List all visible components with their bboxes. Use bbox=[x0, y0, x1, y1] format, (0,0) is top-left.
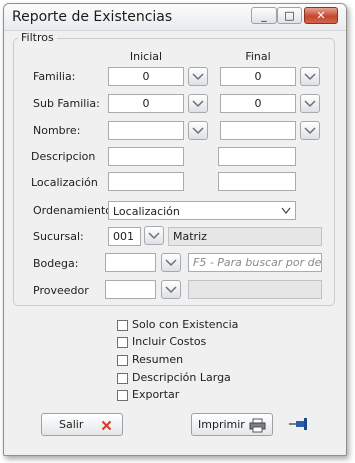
printer-icon bbox=[249, 418, 266, 433]
chevron-down-icon bbox=[192, 73, 204, 81]
pin-icon[interactable] bbox=[288, 417, 310, 431]
ordenamiento-selected-value: Localización bbox=[113, 205, 180, 218]
sub-familia-label: Sub Familia: bbox=[33, 97, 100, 110]
title-bar: Reporte de Existencias _ □ ✕ bbox=[4, 4, 346, 31]
column-inicial-header: Inicial bbox=[129, 50, 163, 63]
sub-familia-final-input[interactable]: 0 bbox=[220, 94, 296, 113]
chevron-down-icon bbox=[165, 259, 177, 267]
nombre-inicial-dropdown[interactable] bbox=[188, 121, 208, 140]
bodega-code-input[interactable] bbox=[105, 253, 156, 272]
descripcion-larga-label[interactable]: Descripción Larga bbox=[132, 371, 231, 384]
bodega-label: Bodega: bbox=[33, 257, 79, 270]
familia-label: Familia: bbox=[33, 70, 76, 83]
nombre-inicial-input[interactable] bbox=[108, 121, 184, 140]
proveedor-code-input[interactable] bbox=[105, 280, 156, 299]
localizacion-label: Localización bbox=[31, 176, 98, 189]
close-icon: ✕ bbox=[316, 9, 326, 22]
sub-familia-final-dropdown[interactable] bbox=[300, 94, 320, 113]
descripcion-inicial-input[interactable] bbox=[108, 147, 184, 166]
minimize-icon: _ bbox=[261, 9, 267, 22]
sucursal-code-input[interactable]: 001 bbox=[108, 227, 141, 246]
bodega-lookup-button[interactable] bbox=[161, 253, 181, 272]
chevron-down-icon bbox=[304, 100, 316, 108]
filters-legend: Filtros bbox=[18, 31, 57, 44]
sucursal-label: Sucursal: bbox=[33, 230, 84, 243]
salir-button[interactable]: Salir bbox=[41, 413, 123, 436]
localizacion-final-input[interactable] bbox=[218, 172, 296, 191]
sub-familia-inicial-input[interactable]: 0 bbox=[108, 94, 184, 113]
nombre-label: Nombre: bbox=[33, 124, 81, 137]
solo-con-existencia-checkbox[interactable] bbox=[117, 320, 128, 331]
imprimir-button[interactable]: Imprimir bbox=[191, 413, 273, 436]
imprimir-label: Imprimir bbox=[198, 418, 245, 431]
sucursal-name-field: Matriz bbox=[168, 227, 322, 246]
proveedor-lookup-button[interactable] bbox=[161, 280, 181, 299]
chevron-down-icon bbox=[281, 207, 291, 214]
chevron-down-icon bbox=[304, 127, 316, 135]
descripcion-final-input[interactable] bbox=[218, 147, 296, 166]
resumen-checkbox[interactable] bbox=[117, 355, 128, 366]
ordenamiento-select[interactable]: Localización bbox=[108, 201, 296, 220]
sucursal-lookup-button[interactable] bbox=[144, 226, 164, 245]
familia-final-input[interactable]: 0 bbox=[220, 67, 296, 86]
localizacion-inicial-input[interactable] bbox=[108, 172, 184, 191]
exportar-label[interactable]: Exportar bbox=[132, 388, 179, 401]
report-window: Reporte de Existencias _ □ ✕ Filtros Ini… bbox=[3, 3, 347, 456]
bodega-search-field[interactable]: F5 - Para buscar por descr bbox=[188, 253, 322, 272]
incluir-costos-checkbox[interactable] bbox=[117, 337, 128, 348]
close-button[interactable]: ✕ bbox=[304, 7, 338, 24]
familia-inicial-input[interactable]: 0 bbox=[108, 67, 184, 86]
incluir-costos-label[interactable]: Incluir Costos bbox=[132, 335, 206, 348]
proveedor-name-field bbox=[188, 280, 322, 299]
salir-label: Salir bbox=[59, 418, 84, 431]
sub-familia-inicial-dropdown[interactable] bbox=[188, 94, 208, 113]
solo-con-existencia-label[interactable]: Solo con Existencia bbox=[132, 318, 238, 331]
resumen-label[interactable]: Resumen bbox=[132, 353, 183, 366]
proveedor-label: Proveedor bbox=[33, 284, 89, 297]
column-final-header: Final bbox=[245, 50, 271, 63]
descripcion-label: Descripcion bbox=[31, 150, 96, 163]
nombre-final-dropdown[interactable] bbox=[300, 121, 320, 140]
familia-final-dropdown[interactable] bbox=[300, 67, 320, 86]
maximize-button[interactable]: □ bbox=[277, 7, 302, 24]
window-title: Reporte de Existencias bbox=[12, 9, 173, 25]
chevron-down-icon bbox=[192, 127, 204, 135]
chevron-down-icon bbox=[165, 286, 177, 294]
chevron-down-icon bbox=[148, 232, 160, 240]
close-x-icon bbox=[101, 420, 112, 431]
minimize-button[interactable]: _ bbox=[251, 7, 277, 24]
maximize-icon: □ bbox=[284, 9, 295, 22]
chevron-down-icon bbox=[304, 73, 316, 81]
ordenamiento-label: Ordenamiento bbox=[33, 204, 113, 217]
descripcion-larga-checkbox[interactable] bbox=[117, 373, 128, 384]
familia-inicial-dropdown[interactable] bbox=[188, 67, 208, 86]
exportar-checkbox[interactable] bbox=[117, 390, 128, 401]
nombre-final-input[interactable] bbox=[220, 121, 296, 140]
chevron-down-icon bbox=[192, 100, 204, 108]
